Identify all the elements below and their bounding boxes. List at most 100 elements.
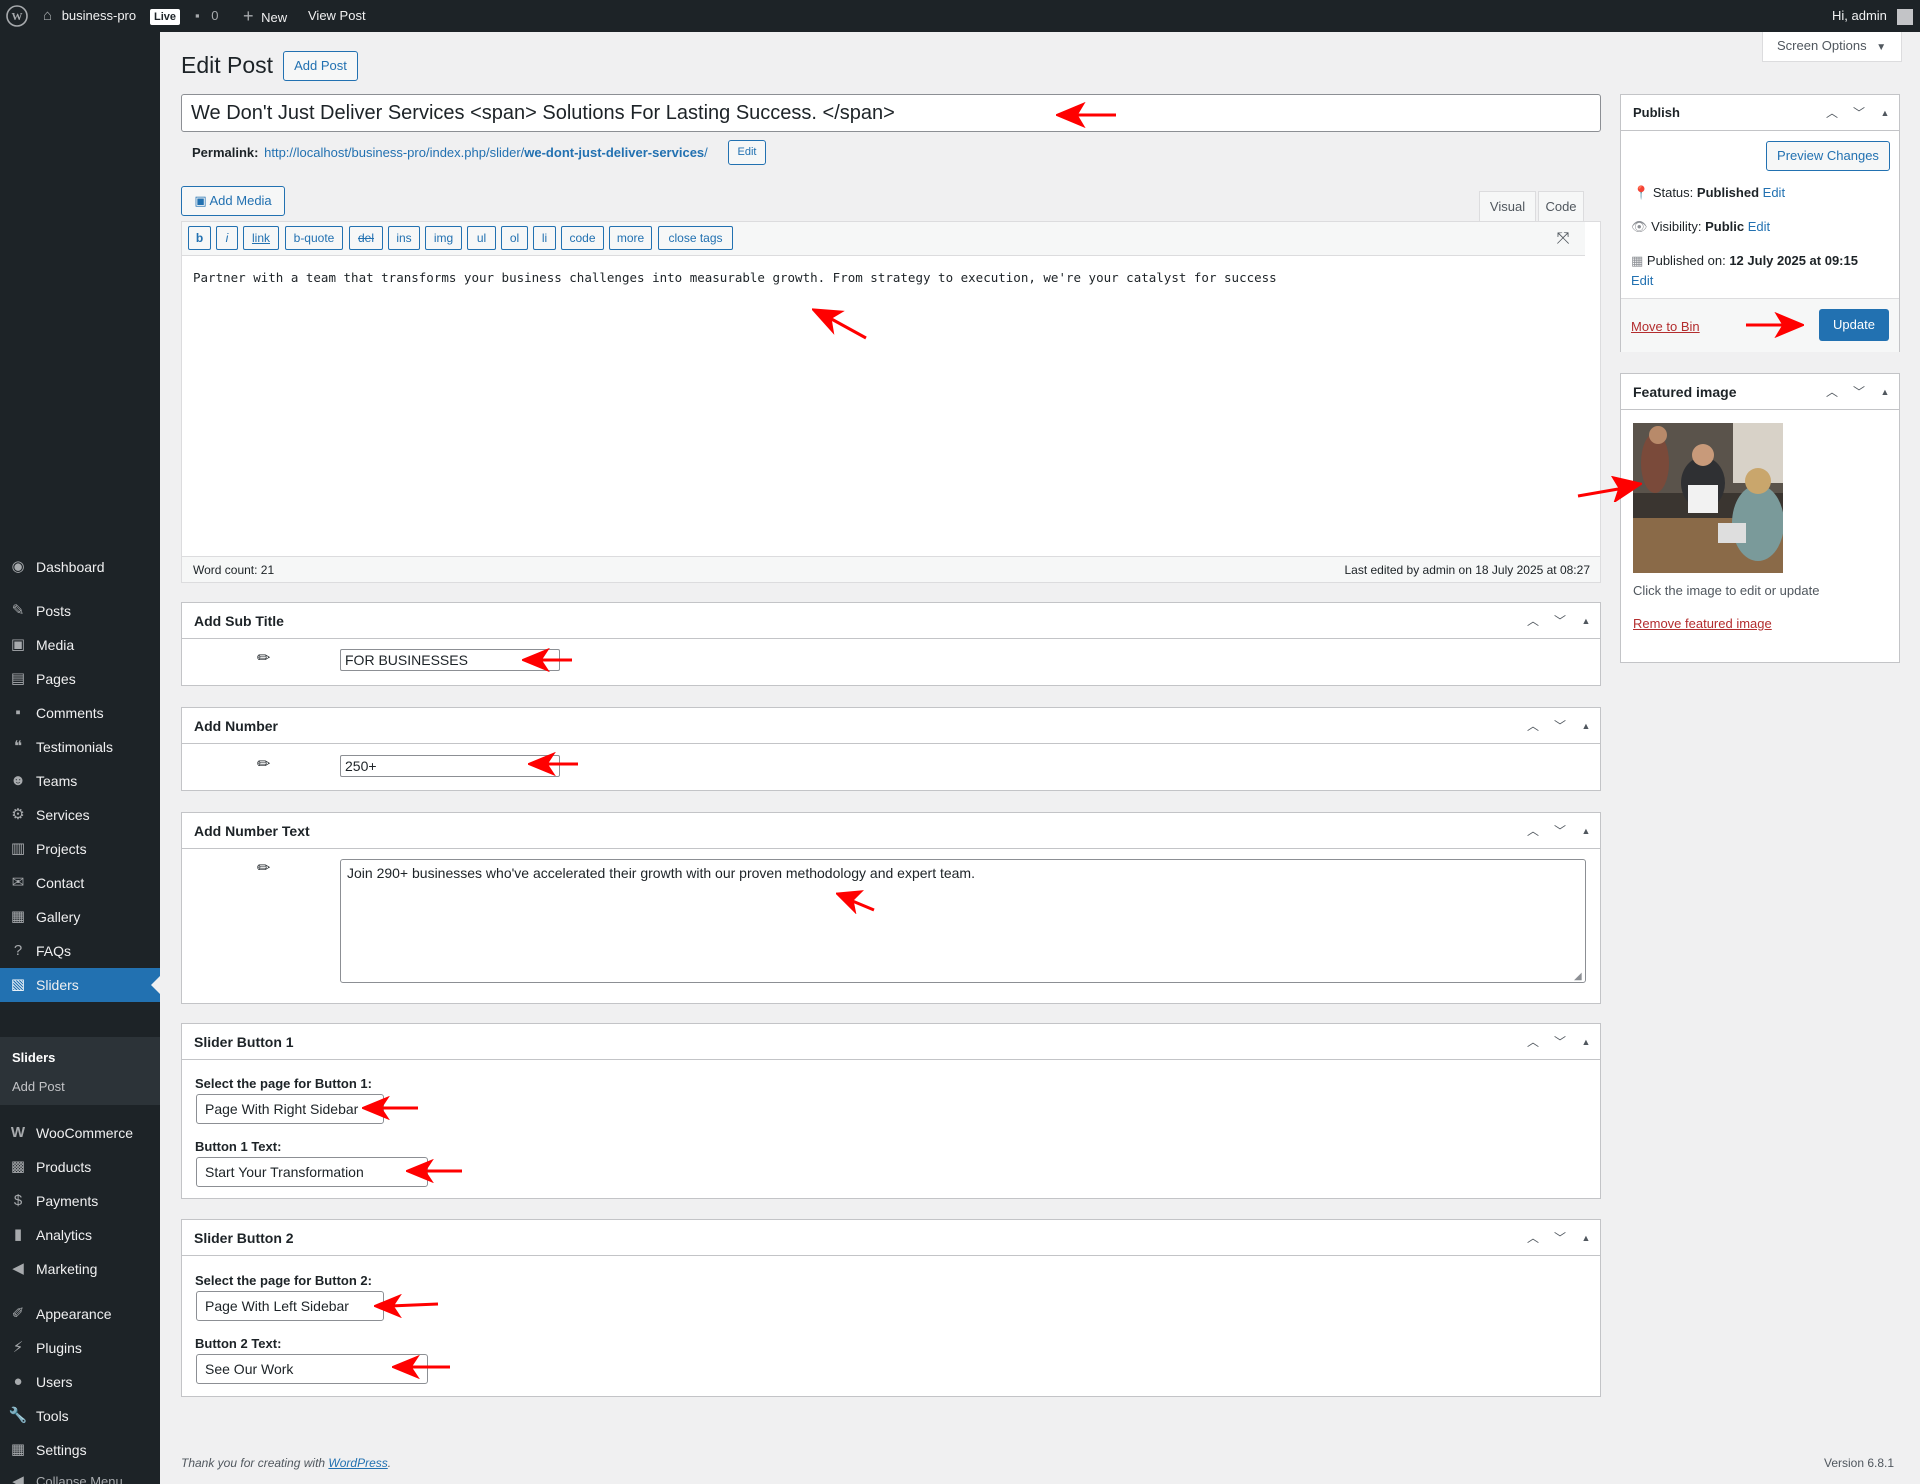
admin-sidebar: ◉ Dashboard ✎ Posts ▣ Media ▤ Pages ▪ Comment… xyxy=(0,32,160,1484)
sidebar-item-faqs[interactable]: ? FAQs xyxy=(0,934,160,968)
quicktag-li-button[interactable]: li xyxy=(533,226,556,250)
sidebar-item-woocommerce[interactable]: W WooCommerce xyxy=(0,1116,160,1150)
post-title-input[interactable]: We Don't Just Deliver Services <span> So… xyxy=(181,94,1601,132)
sidebar-item-media[interactable]: ▣ Media xyxy=(0,628,160,662)
toggle-panel-icon[interactable]: ▲ xyxy=(1875,382,1895,402)
tab-visual[interactable]: Visual xyxy=(1479,191,1536,221)
sidebar-item-projects[interactable]: ▥ Projects xyxy=(0,832,160,866)
tab-code[interactable]: Code xyxy=(1538,191,1584,222)
sidebar-item-label: Dashboard xyxy=(36,559,105,575)
my-account-link[interactable]: Hi, admin xyxy=(1832,0,1913,32)
chevron-down-icon[interactable]: ﹀ xyxy=(1550,1228,1570,1248)
permalink-link[interactable]: http://localhost/business-pro/index.php/… xyxy=(264,145,708,160)
sidebar-item-services[interactable]: ⚙ Services xyxy=(0,798,160,832)
chevron-up-icon[interactable]: ︿ xyxy=(1523,611,1543,631)
sidebar-item-analytics[interactable]: ▮ Analytics xyxy=(0,1218,160,1252)
submenu-item-add-post[interactable]: Add Post xyxy=(12,1079,65,1094)
quicktag-ins-button[interactable]: ins xyxy=(388,226,420,250)
sidebar-item-settings[interactable]: ▦ Settings xyxy=(0,1433,160,1467)
sidebar-item-contact[interactable]: ✉ Contact xyxy=(0,866,160,900)
media-icon: ▣ xyxy=(10,636,26,653)
sidebar-item-label: Users xyxy=(36,1374,73,1390)
sidebar-item-marketing[interactable]: ◀ Marketing xyxy=(0,1252,160,1286)
sidebar-item-pages[interactable]: ▤ Pages xyxy=(0,662,160,696)
editor-content[interactable]: Partner with a team that transforms your… xyxy=(193,270,1277,285)
wordpress-logo-icon[interactable]: W xyxy=(6,0,32,32)
sidebar-item-payments[interactable]: $ Payments xyxy=(0,1184,160,1218)
add-media-button[interactable]: ▣ Add Media xyxy=(181,186,285,216)
chevron-down-icon[interactable]: ﹀ xyxy=(1550,1032,1570,1052)
permalink-edit-button[interactable]: Edit xyxy=(728,140,766,165)
new-content-link[interactable]: + New xyxy=(243,0,287,32)
annotation-arrow xyxy=(392,1355,450,1379)
resize-handle-icon[interactable]: ◢ xyxy=(1574,971,1582,982)
status-edit-link[interactable]: Edit xyxy=(1763,185,1785,200)
update-button[interactable]: Update xyxy=(1819,309,1889,341)
footer-wordpress-link[interactable]: WordPress xyxy=(328,1456,387,1470)
quicktag-del-button[interactable]: del xyxy=(349,226,383,250)
featured-image-thumbnail[interactable] xyxy=(1633,423,1783,573)
chevron-up-icon[interactable]: ︿ xyxy=(1523,1032,1543,1052)
view-post-link[interactable]: View Post xyxy=(308,0,366,32)
quicktag-code-button[interactable]: code xyxy=(561,226,604,250)
metabox-sub-title: Add Sub Title ︿ ﹀ ▲ ✏ FOR BUSINESSES xyxy=(181,602,1601,686)
chevron-down-icon[interactable]: ﹀ xyxy=(1550,821,1570,841)
collapse-menu-button[interactable]: ◀ Collapse Menu xyxy=(0,1465,160,1484)
button-2-page-select[interactable]: Page With Left Sidebar xyxy=(196,1291,384,1321)
sidebar-item-users[interactable]: ● Users xyxy=(0,1365,160,1399)
chevron-down-icon[interactable]: ﹀ xyxy=(1550,611,1570,631)
woocommerce-icon: W xyxy=(10,1124,26,1141)
annotation-arrow xyxy=(406,1159,462,1183)
sidebar-item-products[interactable]: ▩ Products xyxy=(0,1150,160,1184)
quicktag-link-button[interactable]: link xyxy=(243,226,279,250)
footer-version: Version 6.8.1 xyxy=(1824,1456,1895,1470)
toggle-panel-icon[interactable]: ▲ xyxy=(1576,1032,1596,1052)
quicktag-ul-button[interactable]: ul xyxy=(467,226,496,250)
quicktag-img-button[interactable]: img xyxy=(425,226,462,250)
toggle-panel-icon[interactable]: ▲ xyxy=(1576,611,1596,631)
toggle-panel-icon[interactable]: ▲ xyxy=(1576,1228,1596,1248)
quicktag-close-tags-button[interactable]: close tags xyxy=(658,226,733,250)
sidebar-item-tools[interactable]: 🔧 Tools xyxy=(0,1399,160,1433)
remove-featured-image-link[interactable]: Remove featured image xyxy=(1633,616,1772,631)
add-post-button[interactable]: Add Post xyxy=(283,51,358,81)
visibility-edit-link[interactable]: Edit xyxy=(1748,219,1770,234)
published-edit-link[interactable]: Edit xyxy=(1631,273,1653,288)
chevron-up-icon[interactable]: ︿ xyxy=(1523,821,1543,841)
fullscreen-icon[interactable]: ⤧ xyxy=(1553,229,1573,249)
sidebar-item-plugins[interactable]: ⚡ Plugins xyxy=(0,1331,160,1365)
number-input[interactable]: 250+ xyxy=(340,755,560,777)
sidebar-item-appearance[interactable]: ✐ Appearance xyxy=(0,1297,160,1331)
chevron-down-icon[interactable]: ﹀ xyxy=(1550,716,1570,736)
sidebar-item-sliders[interactable]: ▧ Sliders xyxy=(0,968,160,1002)
comments-link[interactable]: ▪ 0 xyxy=(195,0,218,32)
quicktag-more-button[interactable]: more xyxy=(609,226,652,250)
chevron-down-icon[interactable]: ﹀ xyxy=(1849,103,1869,123)
number-text-textarea[interactable]: Join 290+ businesses who've accelerated … xyxy=(340,859,1586,983)
site-home-link[interactable]: ⌂ business-pro xyxy=(43,0,136,32)
chevron-down-icon[interactable]: ﹀ xyxy=(1849,382,1869,402)
screen-options-toggle[interactable]: Screen Options ▼ xyxy=(1762,32,1902,62)
toggle-panel-icon[interactable]: ▲ xyxy=(1875,103,1895,123)
submenu-item-sliders[interactable]: Sliders xyxy=(12,1050,55,1065)
chevron-up-icon[interactable]: ︿ xyxy=(1822,103,1842,123)
sidebar-item-dashboard[interactable]: ◉ Dashboard xyxy=(0,550,160,584)
button-1-page-select[interactable]: Page With Right Sidebar xyxy=(196,1094,384,1124)
toggle-panel-icon[interactable]: ▲ xyxy=(1576,716,1596,736)
chevron-up-icon[interactable]: ︿ xyxy=(1523,1228,1543,1248)
quicktag-ol-button[interactable]: ol xyxy=(501,226,528,250)
move-to-bin-link[interactable]: Move to Bin xyxy=(1631,319,1700,334)
sidebar-item-posts[interactable]: ✎ Posts xyxy=(0,594,160,628)
sidebar-item-gallery[interactable]: ▦ Gallery xyxy=(0,900,160,934)
chevron-up-icon[interactable]: ︿ xyxy=(1523,716,1543,736)
button-1-text-input[interactable]: Start Your Transformation xyxy=(196,1157,428,1187)
preview-changes-button[interactable]: Preview Changes xyxy=(1766,141,1890,171)
toggle-panel-icon[interactable]: ▲ xyxy=(1576,821,1596,841)
chevron-up-icon[interactable]: ︿ xyxy=(1822,382,1842,402)
sidebar-item-comments[interactable]: ▪ Comments xyxy=(0,696,160,730)
quicktag-bquote-button[interactable]: b-quote xyxy=(285,226,343,250)
sidebar-item-testimonials[interactable]: ❝ Testimonials xyxy=(0,730,160,764)
sidebar-item-teams[interactable]: ☻ Teams xyxy=(0,764,160,798)
quicktag-italic-button[interactable]: i xyxy=(216,226,238,250)
quicktag-bold-button[interactable]: b xyxy=(188,226,211,250)
